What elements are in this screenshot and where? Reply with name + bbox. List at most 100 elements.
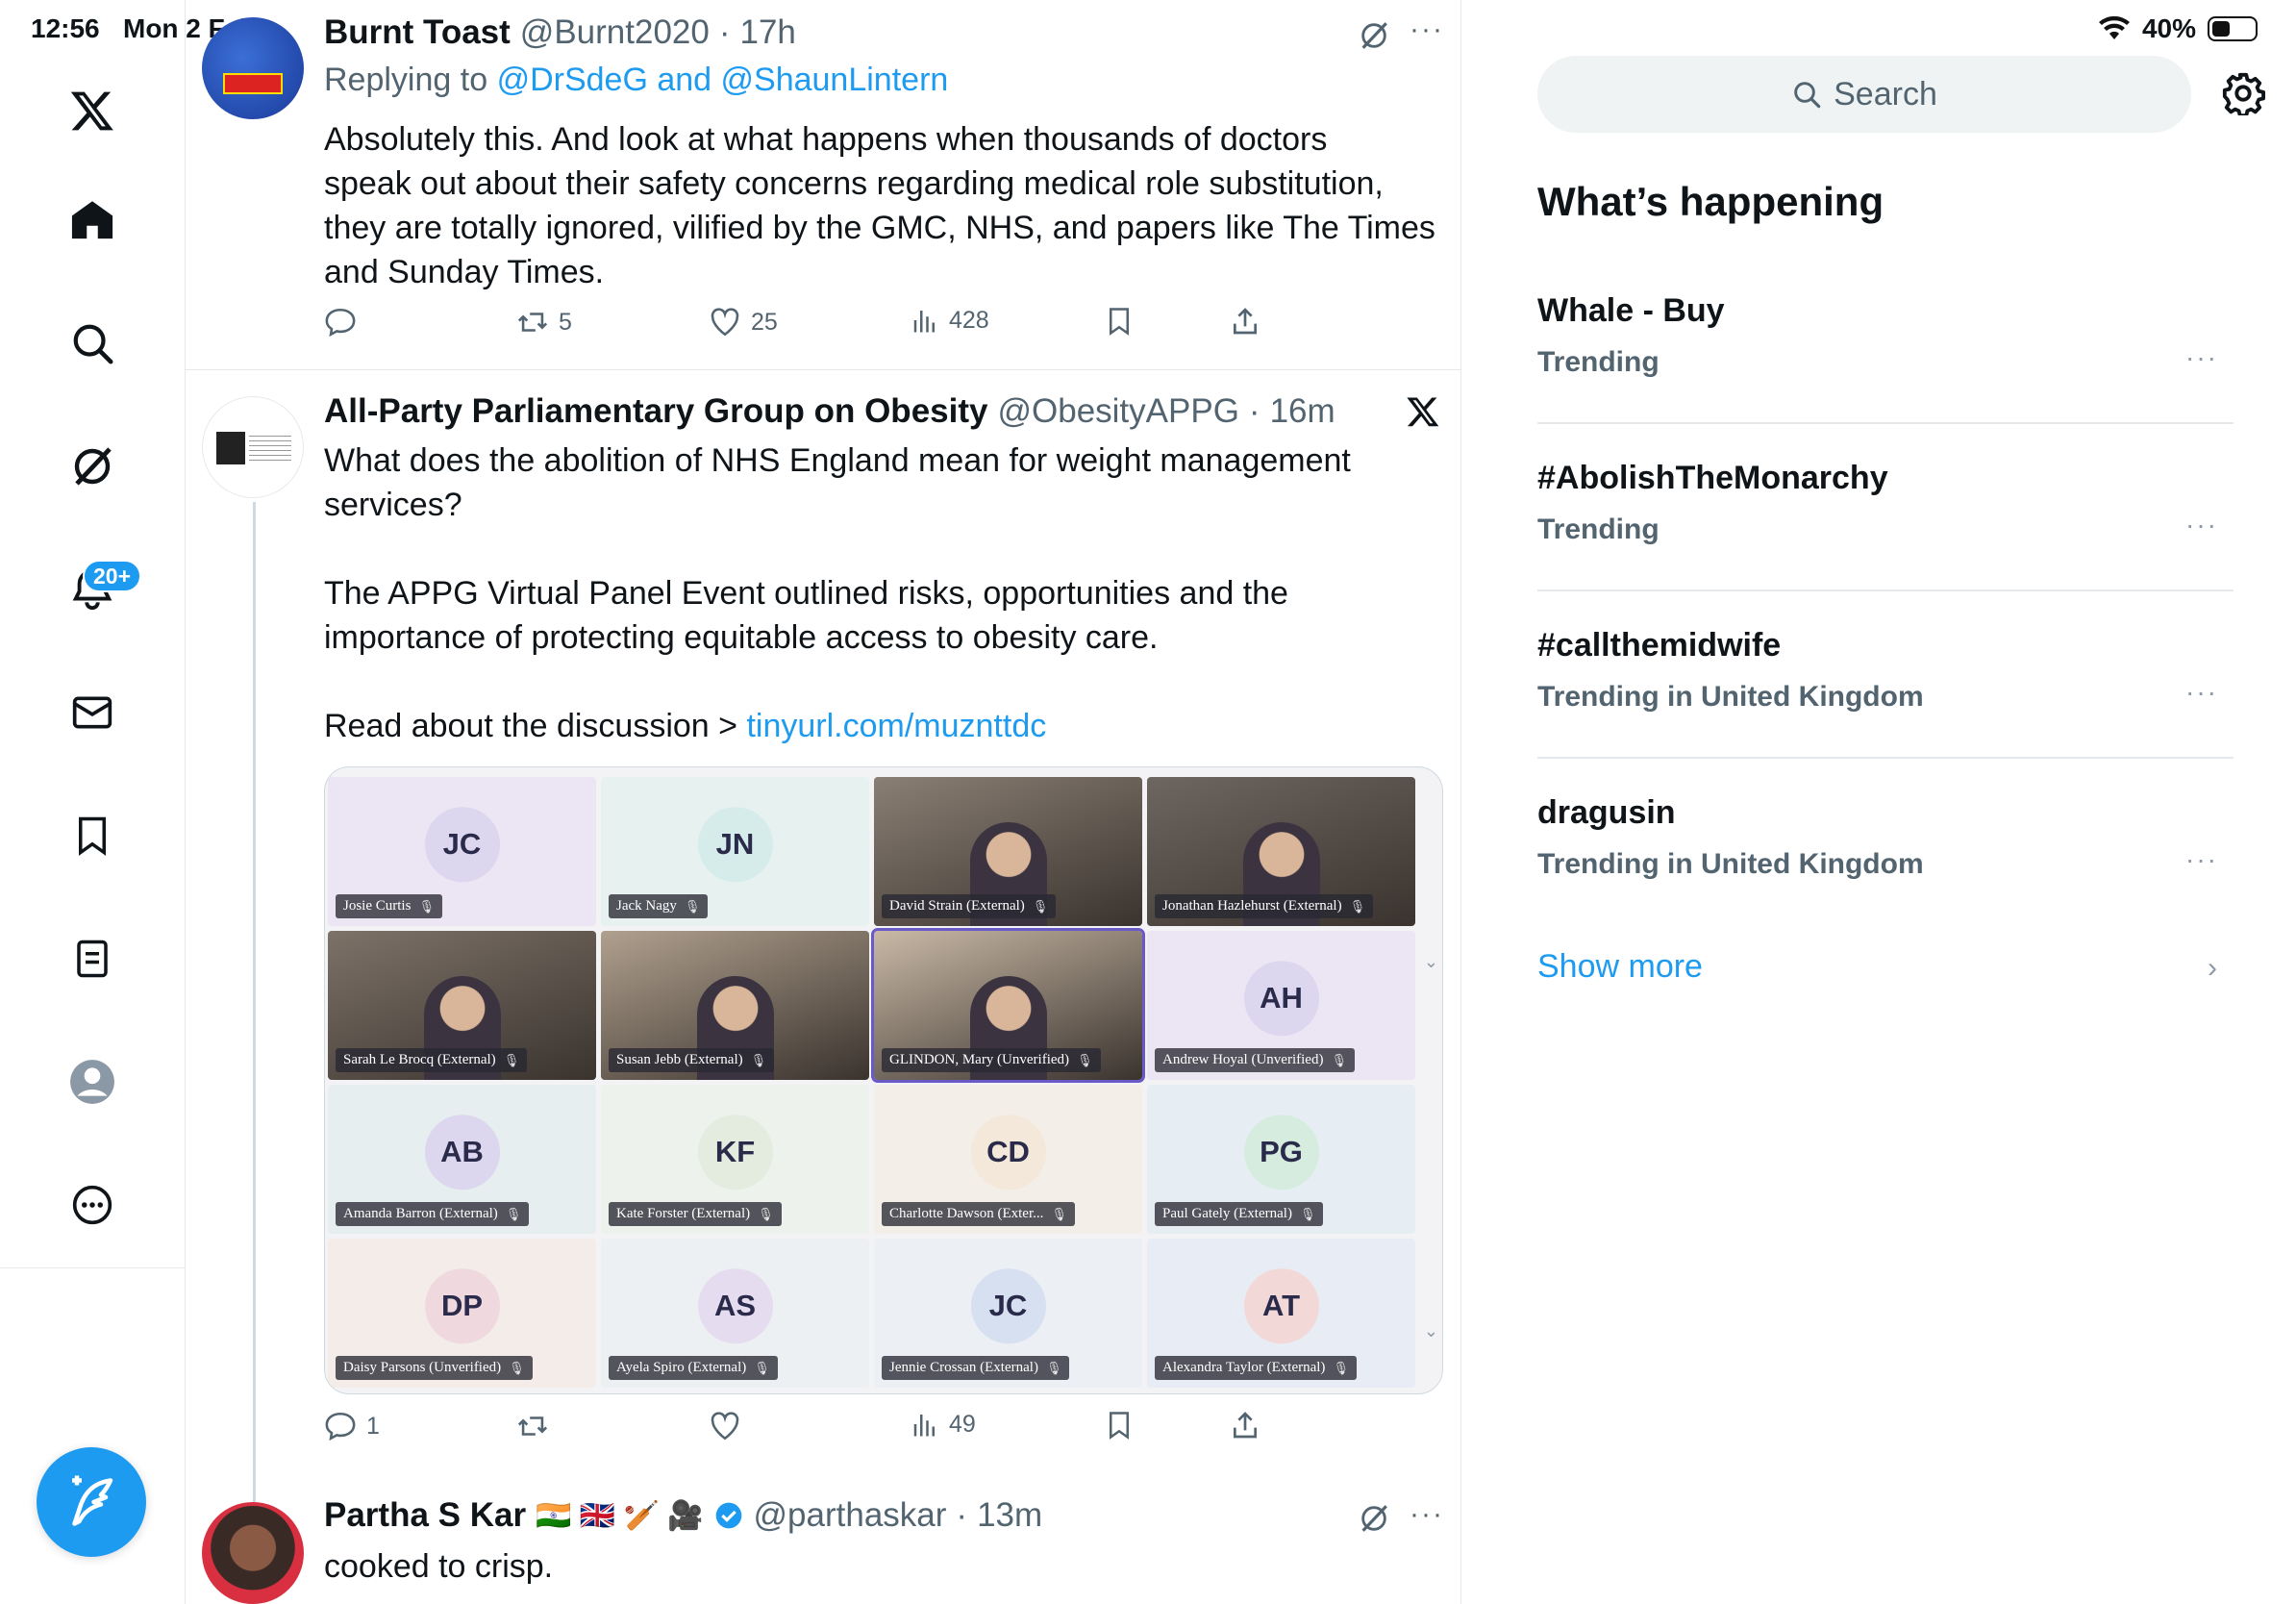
video-tile: DP Daisy Parsons (Unverified) 🎙 [328, 1239, 596, 1388]
messages-icon[interactable] [61, 681, 124, 744]
tweet-time[interactable]: 17h [740, 13, 796, 52]
show-more-link[interactable]: Show more [1537, 948, 1703, 986]
participant-initials: PG [1243, 1114, 1319, 1190]
trend-item[interactable]: #callthemidwife Trending in United Kingd… [1537, 627, 2234, 794]
more-icon[interactable]: ··· [2185, 844, 2218, 875]
mic-muted-icon: 🎙 [754, 1360, 770, 1375]
video-tile: JC Josie Curtis 🎙 [328, 777, 596, 926]
more-icon[interactable]: ··· [2185, 677, 2218, 708]
tweet-line: The APPG Virtual Panel Event outlined ri… [324, 575, 1288, 612]
grok-icon[interactable] [1358, 19, 1390, 52]
settings-gear-icon[interactable] [2221, 71, 2265, 115]
author-name[interactable]: Burnt Toast [324, 13, 511, 52]
participant-initials: CD [970, 1114, 1046, 1190]
more-icon[interactable]: ··· [1410, 13, 1444, 46]
participant-initials: JC [424, 806, 500, 882]
tweet-time[interactable]: 13m [977, 1496, 1042, 1535]
participant-name: Daisy Parsons (Unverified) [343, 1360, 502, 1375]
views-button[interactable]: 49 [911, 1410, 976, 1439]
tweet-line: they are totally ignored, vilified by th… [324, 210, 1435, 246]
trend-item[interactable]: Whale - Buy Trending ··· [1537, 292, 2234, 460]
lists-icon[interactable] [61, 927, 124, 990]
author-handle[interactable]: @parthaskar [754, 1496, 947, 1535]
avatar[interactable] [202, 396, 304, 498]
tweet-time[interactable]: 16m [1270, 392, 1335, 431]
mic-muted-icon: 🎙 [418, 898, 435, 914]
reply-button[interactable]: 1 [324, 1410, 380, 1442]
grok-icon[interactable] [61, 435, 124, 498]
share-button[interactable] [1230, 1410, 1260, 1441]
retweet-button[interactable] [516, 1410, 549, 1442]
participant-label: GLINDON, Mary (Unverified) 🎙 [882, 1048, 1101, 1072]
more-icon[interactable]: ··· [1410, 1498, 1444, 1531]
tweet-header: All-Party Parliamentary Group on Obesity… [324, 392, 1335, 431]
like-button[interactable] [709, 1410, 741, 1442]
name-emojis: 🇮🇳 🇬🇧 🏏 🎥 [536, 1499, 704, 1532]
avatar[interactable] [202, 1502, 304, 1604]
video-tile: Jonathan Hazlehurst (External) 🎙 [1147, 777, 1415, 926]
bookmark-button[interactable] [1105, 306, 1134, 337]
home-icon[interactable] [61, 188, 124, 252]
participant-name: Jonathan Hazlehurst (External) [1162, 898, 1342, 914]
tweet-header: Burnt Toast @Burnt2020 · 17h [324, 13, 796, 52]
mic-muted-icon: 🎙 [750, 1052, 767, 1067]
tweet-line: and Sunday Times. [324, 254, 605, 290]
video-tile: CD Charlotte Dawson (Exter... 🎙 [874, 1085, 1142, 1234]
author-handle[interactable]: @Burnt2020 [520, 13, 710, 52]
bookmark-button[interactable] [1105, 1410, 1134, 1441]
tweet-text: What does the abolition of NHS England m… [324, 439, 1439, 748]
replying-handles[interactable]: @DrSdeG and @ShaunLintern [497, 62, 949, 98]
profile-icon[interactable] [61, 1050, 124, 1114]
author-name[interactable]: Partha S Kar [324, 1496, 526, 1535]
notification-badge: 20+ [83, 560, 142, 592]
trend-meta: Trending [1537, 514, 1660, 545]
participant-name: Amanda Barron (External) [343, 1206, 498, 1221]
trend-meta: Trending [1537, 346, 1660, 378]
trend-item[interactable]: dragusin Trending in United Kingdom ··· [1537, 794, 2234, 962]
video-tile: Susan Jebb (External) 🎙 [601, 931, 869, 1080]
mic-muted-icon: 🎙 [503, 1052, 520, 1067]
author-handle[interactable]: @ObesityAPPG [997, 392, 1238, 431]
video-tile: David Strain (External) 🎙 [874, 777, 1142, 926]
chevron-right-icon[interactable]: › [2208, 952, 2217, 985]
reply-button[interactable] [324, 306, 357, 338]
bookmarks-icon[interactable] [61, 804, 124, 867]
mic-muted-icon: 🎙 [1077, 1052, 1093, 1067]
wifi-icon [2098, 16, 2130, 39]
participant-name: Sarah Le Brocq (External) [343, 1052, 496, 1067]
avatar[interactable] [202, 17, 304, 119]
tweet-media-video-grid[interactable]: JC Josie Curtis 🎙 JN Jack Nagy 🎙 David Strain … [324, 766, 1443, 1394]
share-button[interactable] [1230, 306, 1260, 337]
trend-meta: Trending in United Kingdom [1537, 681, 1924, 713]
trend-meta: Trending in United Kingdom [1537, 848, 1924, 880]
more-icon[interactable]: ··· [2185, 510, 2218, 540]
views-button[interactable]: 428 [911, 306, 989, 335]
nav-divider [0, 1267, 186, 1268]
retweet-button[interactable]: 5 [516, 306, 572, 338]
search-nav-icon[interactable] [61, 312, 124, 375]
author-name[interactable]: All-Party Parliamentary Group on Obesity [324, 392, 987, 431]
scroll-chevron-icon: ⌄ [1423, 952, 1438, 971]
tweet-link[interactable]: tinyurl.com/muznttdc [746, 708, 1046, 744]
compose-post-button[interactable] [37, 1447, 146, 1557]
trend-item[interactable]: #AbolishTheMonarchy Trending ··· [1537, 460, 2234, 627]
grok-icon[interactable] [1358, 1502, 1390, 1535]
participant-name: Jennie Crossan (External) [889, 1360, 1038, 1375]
participant-name: Alexandra Taylor (External) [1162, 1360, 1326, 1375]
participant-label: Ayela Spiro (External) 🎙 [609, 1356, 778, 1380]
tweet-text: Absolutely this. And look at what happen… [324, 117, 1439, 294]
tweet-link-line: Read about the discussion > tinyurl.com/… [324, 704, 1439, 748]
separator-dot: · [956, 1496, 968, 1534]
participant-label: Alexandra Taylor (External) 🎙 [1155, 1356, 1357, 1380]
participant-name: Charlotte Dawson (Exter... [889, 1206, 1044, 1221]
like-button[interactable]: 25 [709, 306, 778, 338]
search-input[interactable]: Search [1537, 56, 2191, 133]
more-icon[interactable]: ··· [2185, 342, 2218, 373]
x-logo-icon[interactable] [61, 79, 124, 142]
trend-name: dragusin [1537, 794, 1676, 831]
more-options-icon[interactable] [61, 1173, 124, 1237]
participant-initials: JN [697, 806, 773, 882]
reply-count: 1 [366, 1412, 380, 1440]
share-icon [1234, 308, 1257, 335]
trend-name: #AbolishTheMonarchy [1537, 460, 1888, 496]
